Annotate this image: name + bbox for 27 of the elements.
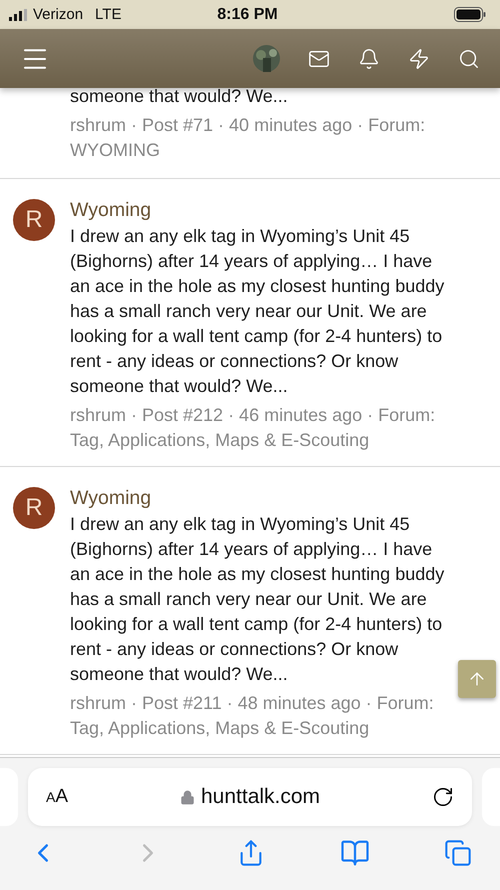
bookmarks-icon[interactable] bbox=[340, 838, 370, 868]
tabs-icon[interactable] bbox=[444, 839, 472, 867]
address-bar[interactable]: AA hunttalk.com bbox=[28, 768, 472, 826]
avatar[interactable] bbox=[253, 45, 280, 72]
signal-icon bbox=[9, 8, 27, 20]
carrier-name: Verizon bbox=[33, 6, 84, 23]
post-meta: rshrum · Post #71 · 40 minutes ago · Forum: WYOMING bbox=[70, 114, 426, 162]
reload-icon[interactable] bbox=[432, 786, 454, 808]
bell-icon[interactable] bbox=[358, 48, 380, 70]
post-excerpt: I drew an any elk tag in Wyoming’s Unit 45 (Bighorns) after 14 years of applying… I have an ace in the hole as my closest hunting buddy has a small ranch very near our Unit. We are looking for a wall tent camp (for 2-4 hunters) to rent - any ideas or connections? Or know someone that would? We... bbox=[70, 513, 446, 686]
post-excerpt: someone that would? We... bbox=[70, 85, 289, 108]
user-avatar[interactable]: R bbox=[13, 487, 55, 529]
search-icon[interactable] bbox=[458, 48, 480, 70]
text-size-button[interactable]: AA bbox=[46, 786, 68, 808]
post-meta: rshrum · Post #212 · 46 minutes ago · Forum: Tag, Applications, Maps & E-Scouting bbox=[70, 404, 436, 452]
user-avatar[interactable]: R bbox=[13, 199, 55, 241]
status-time: 8:16 PM bbox=[217, 6, 278, 24]
lock-icon bbox=[180, 790, 195, 804]
lightning-icon[interactable] bbox=[408, 48, 430, 70]
post-meta: rshrum · Post #211 · 48 minutes ago · Forum: Tag, Applications, Maps & E-Scouting bbox=[70, 692, 435, 740]
post-title[interactable]: Wyoming bbox=[70, 487, 454, 510]
post-title[interactable]: Wyoming bbox=[70, 199, 454, 222]
battery-icon bbox=[454, 7, 486, 22]
post-excerpt: I drew an any elk tag in Wyoming’s Unit 45 (Bighorns) after 14 years of applying… I have an ace in the hole as my closest hunting buddy has a small ranch very near our Unit. We are looking for a wall tent camp (for 2-4 hunters) to rent - any ideas or connections? Or know someone that would? We... bbox=[70, 225, 446, 398]
scroll-top-button[interactable] bbox=[458, 660, 496, 698]
url-text: hunttalk.com bbox=[200, 785, 320, 809]
network-type: LTE bbox=[95, 6, 122, 23]
